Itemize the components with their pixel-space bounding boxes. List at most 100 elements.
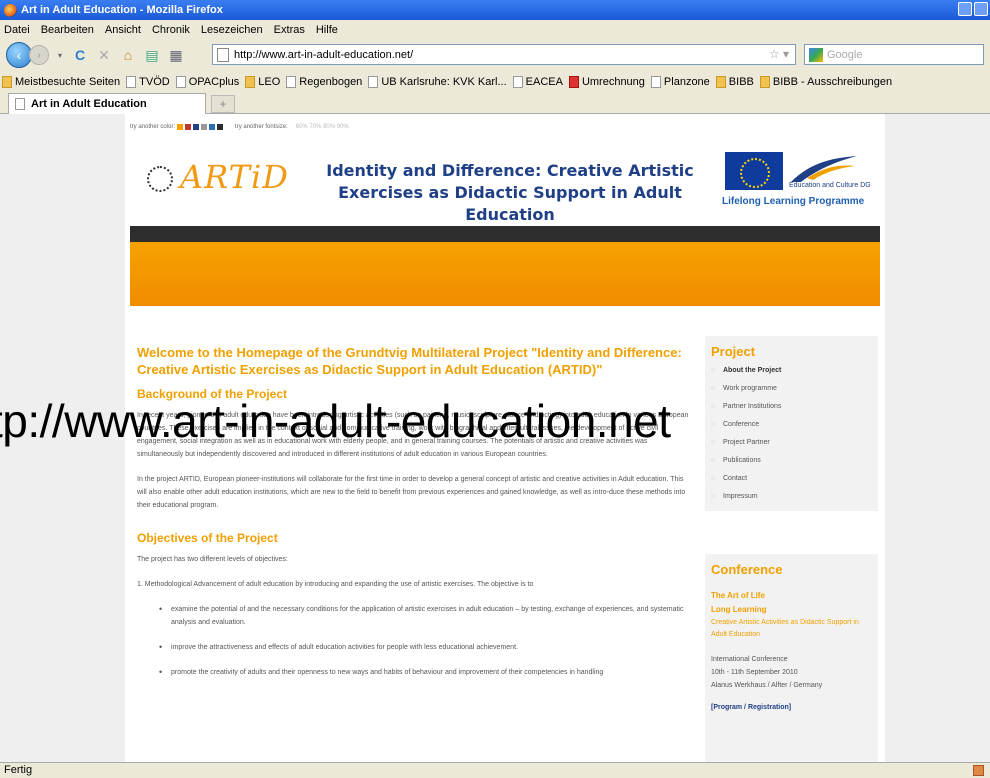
sidebar-item-about[interactable]: About the Project <box>711 365 872 377</box>
objectives-heading: Objectives of the Project <box>137 531 278 545</box>
google-icon[interactable] <box>809 47 823 62</box>
education-culture-logo-icon <box>791 156 857 182</box>
sidebar-conference: Conference The Art of Life Long Learning … <box>705 554 878 762</box>
status-text: Fertig <box>4 764 33 776</box>
menu-ansicht[interactable]: Ansicht <box>105 24 141 36</box>
status-bar: Fertig <box>0 762 990 778</box>
umrechnung-icon <box>568 75 579 88</box>
maximize-icon[interactable] <box>974 2 988 16</box>
status-icon[interactable] <box>973 765 984 776</box>
bookmark-item[interactable]: LEO <box>245 75 280 88</box>
page-icon <box>650 75 661 88</box>
browser-window: Art in Adult Education - Mozilla Firefox… <box>0 0 990 778</box>
bookmark-item[interactable]: EACEA <box>512 75 563 88</box>
menu-lesezeichen[interactable]: Lesezeichen <box>201 24 263 36</box>
welcome-heading: Welcome to the Homepage of the Grundtvig… <box>137 345 682 377</box>
size-option-label: try another fontsize: <box>235 124 288 130</box>
eu-flag-icon <box>725 152 783 190</box>
url-bar[interactable]: http://www.art-in-adult-education.net/ ☆… <box>212 44 796 65</box>
style-options: try another color: try another fontsize:… <box>130 124 349 130</box>
color-swatch[interactable] <box>209 124 216 130</box>
page-icon <box>286 75 297 88</box>
folder-icon <box>759 75 770 88</box>
bookmark-item[interactable]: BIBB - Ausschreibungen <box>759 75 892 88</box>
dropdown-icon[interactable]: ▾ <box>55 46 65 64</box>
color-swatch[interactable] <box>201 124 208 130</box>
url-overlay-text: tp://www.art-in-adult-education.net <box>0 395 671 447</box>
bullet-item: promote the creativity of adults and the… <box>159 666 692 679</box>
stop-icon[interactable]: ✕ <box>95 46 113 64</box>
page-viewport: try another color: try another fontsize:… <box>0 114 990 762</box>
sidebar-item-impressum[interactable]: Impressum <box>711 491 872 503</box>
menu-bar: Datei Bearbeiten Ansicht Chronik Lesezei… <box>0 20 990 39</box>
conference-title[interactable]: The Art of Life Long Learning <box>711 589 872 617</box>
navigation-toolbar: ‹ › ▾ C ✕ ⌂ ▤ ▦ http://www.art-in-adult-… <box>0 39 990 71</box>
conference-details: International Conference 10th - 11th Sep… <box>711 656 823 689</box>
folder-icon <box>2 75 12 88</box>
title-bar: Art in Adult Education - Mozilla Firefox <box>0 0 990 20</box>
tab-label: Art in Adult Education <box>31 98 147 110</box>
lifelong-learning-label: Lifelong Learning Programme <box>722 196 865 207</box>
tab-strip: Art in Adult Education + <box>0 92 990 114</box>
menu-chronik[interactable]: Chronik <box>152 24 190 36</box>
color-option-label: try another color: <box>130 124 176 130</box>
home-icon[interactable]: ⌂ <box>119 46 137 64</box>
firefox-icon <box>4 3 17 17</box>
bookmark-item[interactable]: OPACplus <box>175 75 239 88</box>
color-swatch[interactable] <box>217 124 224 130</box>
leo-icon <box>245 75 256 88</box>
color-swatch[interactable] <box>177 124 184 130</box>
bookmark-item[interactable]: Planzone <box>650 75 710 88</box>
site-header-title: Identity and Difference: Creative Artist… <box>326 161 694 224</box>
window-title: Art in Adult Education - Mozilla Firefox <box>21 4 223 16</box>
tab-art-in-adult-education[interactable]: Art in Adult Education <box>8 93 206 114</box>
sidebar-heading: Project <box>711 344 756 359</box>
sidebar-item-contact[interactable]: Contact <box>711 473 872 485</box>
search-box[interactable]: Google <box>804 44 984 65</box>
registration-link[interactable]: [Program / Registration] <box>711 704 872 711</box>
logo-ring-icon <box>147 166 173 192</box>
conference-subtitle[interactable]: Creative Artistic Activities as Didactic… <box>711 617 872 641</box>
search-placeholder: Google <box>827 48 863 61</box>
minimize-icon[interactable] <box>958 2 972 16</box>
page-icon <box>217 47 229 62</box>
bullet-item: improve the attractiveness and effects o… <box>159 641 692 654</box>
bookmark-item[interactable]: UB Karlsruhe: KVK Karl... <box>368 75 507 88</box>
eu-subtitle: Education and Culture DG <box>789 182 871 189</box>
site-logo[interactable]: ARTiD <box>180 158 289 196</box>
page-icon <box>15 98 25 110</box>
window-controls <box>958 2 988 16</box>
print-icon[interactable]: ▦ <box>167 46 185 64</box>
bookmark-add-icon[interactable]: ▤ <box>143 46 161 64</box>
paragraph-2: In the project ARTID, European pioneer-i… <box>137 476 686 509</box>
bookmark-item[interactable]: Regenbogen <box>286 75 362 88</box>
forward-button[interactable]: › <box>29 45 49 65</box>
page-icon <box>368 75 379 88</box>
sidebar-item-publications[interactable]: Publications <box>711 455 872 467</box>
page-icon <box>126 75 137 88</box>
menu-extras[interactable]: Extras <box>274 24 305 36</box>
bookmark-item[interactable]: Meistbesuchte Seiten <box>2 75 120 88</box>
reload-icon[interactable]: C <box>71 46 89 64</box>
star-icon[interactable]: ☆ ▾ <box>769 47 789 61</box>
page-icon <box>512 75 523 88</box>
paragraph-3: The project has two different levels of … <box>137 556 288 563</box>
header-dark-bar <box>130 226 880 242</box>
color-swatch[interactable] <box>185 124 192 130</box>
menu-bearbeiten[interactable]: Bearbeiten <box>41 24 94 36</box>
page-icon <box>175 75 186 88</box>
url-text: http://www.art-in-adult-education.net/ <box>234 48 414 61</box>
conference-heading: Conference <box>711 562 783 577</box>
paragraph-4: 1. Methodological Advancement of adult e… <box>137 581 534 588</box>
header-orange-bar <box>130 242 880 306</box>
bookmarks-toolbar: Meistbesuchte Seiten TVÖD OPACplus LEO R… <box>0 71 990 92</box>
font-size-options[interactable]: 60% 70% 80% 90% <box>296 124 349 130</box>
bookmark-item[interactable]: BIBB <box>715 75 754 88</box>
new-tab-button[interactable]: + <box>211 95 235 113</box>
bookmark-item[interactable]: Umrechnung <box>568 75 645 88</box>
color-swatch[interactable] <box>193 124 200 130</box>
menu-hilfe[interactable]: Hilfe <box>316 24 338 36</box>
folder-icon <box>715 75 726 88</box>
menu-datei[interactable]: Datei <box>4 24 30 36</box>
bookmark-item[interactable]: TVÖD <box>126 75 170 88</box>
